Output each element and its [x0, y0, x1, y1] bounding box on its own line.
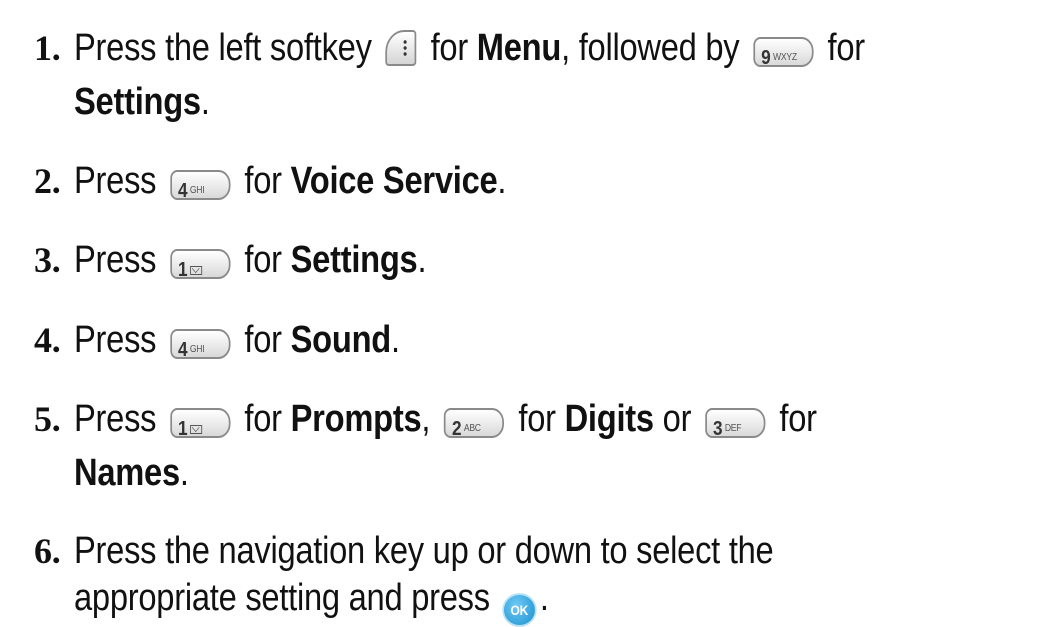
- voice-service-term: Voice Service: [290, 160, 498, 202]
- step-text: appropriate setting and press: [74, 577, 490, 619]
- step-6-continued: appropriate setting and press OK.: [34, 572, 1039, 627]
- step-6: 6. Press the navigation key up or down t…: [34, 525, 1039, 577]
- step-text: for: [244, 239, 282, 281]
- step-text: for: [827, 27, 866, 69]
- sound-term: Sound: [290, 319, 392, 361]
- key-2-icon: 2 ABC: [444, 408, 505, 440]
- step-5-continued: Names.: [34, 447, 1039, 499]
- settings-term: Settings: [74, 81, 201, 123]
- step-number: 4.: [34, 320, 61, 360]
- key-3-icon: 3 DEF: [705, 408, 766, 440]
- step-number: 3.: [34, 240, 61, 280]
- step-text: Press the left softkey: [74, 27, 372, 69]
- step-text: Press: [74, 239, 157, 281]
- step-number: 2.: [34, 161, 61, 201]
- step-2: 2. Press 4 GHI for Voice Service.: [34, 155, 1039, 207]
- envelope-icon: [189, 266, 202, 275]
- step-text: for: [244, 160, 282, 202]
- step-text: for: [518, 398, 556, 440]
- step-3: 3. Press 1 for Settings.: [34, 234, 1039, 286]
- step-number: 6.: [34, 531, 61, 571]
- names-term: Names: [74, 452, 180, 494]
- step-text: for: [430, 27, 469, 69]
- step-text: for: [779, 398, 817, 440]
- step-text: Press: [74, 160, 157, 202]
- step-text: .: [539, 577, 549, 619]
- left-softkey-icon: [385, 30, 417, 66]
- ok-button-icon: OK: [502, 593, 537, 627]
- key-4-icon: 4 GHI: [170, 170, 231, 202]
- step-4: 4. Press 4 GHI for Sound.: [34, 314, 1039, 366]
- step-text: Press: [74, 398, 157, 440]
- key-1-icon: 1: [170, 408, 231, 440]
- step-number: 5.: [34, 399, 61, 439]
- step-text: or: [662, 398, 692, 440]
- envelope-icon: [189, 425, 202, 434]
- step-text: .: [497, 160, 507, 202]
- step-5: 5. Press 1 for Prompts, 2 ABC for Digits …: [34, 393, 1039, 445]
- digits-term: Digits: [564, 398, 654, 440]
- step-text: .: [200, 81, 210, 123]
- step-text: for: [244, 319, 282, 361]
- step-text: Press the navigation key up or down to s…: [74, 530, 774, 572]
- key-9-icon: 9 WXYZ: [753, 37, 814, 69]
- settings-term: Settings: [290, 239, 418, 281]
- prompts-term: Prompts: [290, 398, 422, 440]
- step-text: for: [244, 398, 282, 440]
- step-text: ,: [421, 398, 431, 440]
- step-text: .: [390, 319, 400, 361]
- step-1-continued: Settings.: [34, 76, 1039, 128]
- step-text: Press: [74, 319, 157, 361]
- menu-term: Menu: [476, 27, 562, 69]
- step-text: .: [179, 452, 189, 494]
- step-1: 1. Press the left softkey for Menu, foll…: [34, 22, 1039, 74]
- step-text: .: [417, 239, 427, 281]
- key-1-icon: 1: [170, 249, 231, 281]
- step-number: 1.: [34, 28, 61, 68]
- step-text: , followed by: [561, 27, 740, 69]
- instruction-page: 1. Press the left softkey for Menu, foll…: [0, 0, 1047, 627]
- key-4-icon: 4 GHI: [170, 329, 231, 361]
